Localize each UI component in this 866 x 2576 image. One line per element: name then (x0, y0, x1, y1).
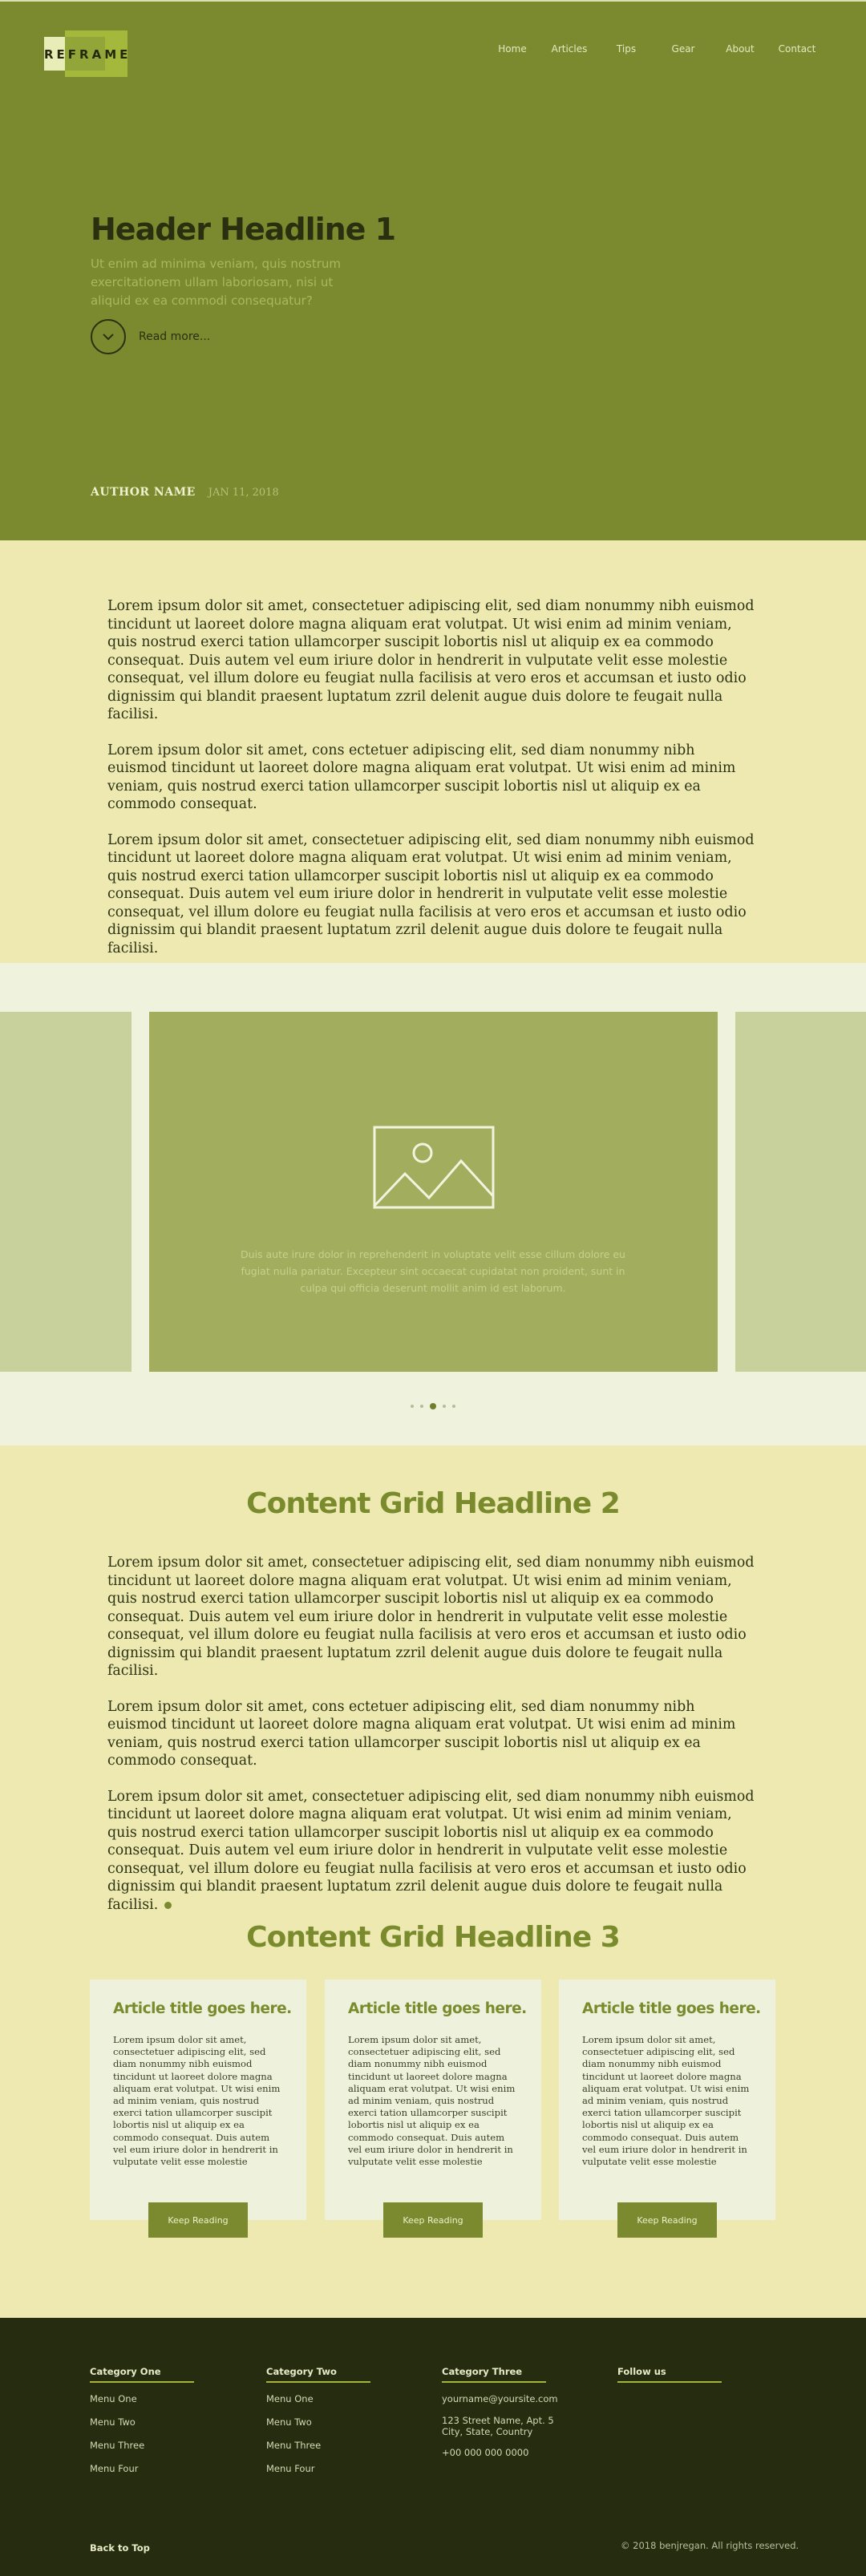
section-2-headline: Content Grid Headline 2 (246, 1487, 621, 1520)
carousel-dot[interactable] (420, 1405, 423, 1408)
main-nav: Home Articles Tips Gear About Contact (0, 43, 866, 59)
article-card-body: Lorem ipsum dolor sit amet, consectetuer… (348, 2034, 516, 2168)
carousel-dot-active[interactable] (430, 1403, 436, 1409)
chevron-down-icon[interactable] (91, 319, 126, 354)
carousel-dot[interactable] (452, 1405, 455, 1408)
end-mark-icon (164, 1901, 172, 1909)
article-card-2: Article title goes here. Lorem ipsum dol… (325, 1980, 541, 2220)
nav-item-tips[interactable]: Tips (617, 43, 636, 55)
keep-reading-button[interactable]: Keep Reading (617, 2202, 717, 2238)
footer-link[interactable]: Menu Three (266, 2440, 370, 2451)
footer-heading: Category Three (442, 2366, 546, 2383)
intro-paragraph-1: Lorem ipsum dolor sit amet, consectetuer… (107, 598, 755, 722)
intro-paragraph-3: Lorem ipsum dolor sit amet, consectetuer… (107, 831, 755, 956)
carousel-slide-previous[interactable] (0, 1012, 132, 1372)
article-card-body: Lorem ipsum dolor sit amet, consectetuer… (582, 2034, 750, 2168)
footer-email-link[interactable]: yourname@yoursite.com (442, 2393, 558, 2404)
article-card-3: Article title goes here. Lorem ipsum dol… (559, 1980, 775, 2220)
author-name: AUTHOR NAME (91, 486, 196, 499)
hero-subtitle: Ut enim ad minima veniam, quis nostrum e… (91, 257, 341, 308)
footer-link[interactable]: Menu Two (266, 2416, 370, 2428)
footer-column-4: Follow us (617, 2366, 722, 2383)
section-2-paragraph-3-text: Lorem ipsum dolor sit amet, consectetuer… (107, 1788, 755, 1913)
read-more-link[interactable]: Read more... (91, 319, 210, 354)
article-card-title[interactable]: Article title goes here. (348, 2000, 527, 2017)
nav-item-home[interactable]: Home (498, 43, 526, 55)
footer-column-2: Category Two Menu One Menu Two Menu Thre… (266, 2366, 370, 2474)
publish-date: JAN 11, 2018 (208, 487, 279, 499)
footer-heading: Category Two (266, 2366, 370, 2383)
footer-link[interactable]: Menu One (266, 2393, 370, 2404)
section-2-paragraph-1: Lorem ipsum dolor sit amet, consectetuer… (107, 1555, 755, 1679)
section-2-paragraph-2: Lorem ipsum dolor sit amet, cons ectetue… (107, 1698, 736, 1769)
section-2-paragraph-3: Lorem ipsum dolor sit amet, consectetuer… (107, 1788, 757, 1915)
footer-address-line: 123 Street Name, Apt. 5 (442, 2415, 554, 2426)
nav-item-gear[interactable]: Gear (672, 43, 695, 55)
copyright-text: © 2018 benjregan. All rights reserved. (621, 2540, 799, 2551)
nav-item-about[interactable]: About (726, 43, 754, 55)
footer-column-1: Category One Menu One Menu Two Menu Thre… (90, 2366, 194, 2474)
footer-address-line: City, State, Country (442, 2426, 533, 2437)
image-carousel: Duis aute irure dolor in reprehenderit i… (0, 963, 866, 1446)
section-2-text: Lorem ipsum dolor sit amet, consectetuer… (107, 1554, 757, 1931)
site-footer: Category One Menu One Menu Two Menu Thre… (0, 2318, 866, 2576)
intro-text: Lorem ipsum dolor sit amet, consectetuer… (107, 597, 757, 975)
keep-reading-button[interactable]: Keep Reading (383, 2202, 483, 2238)
article-card-title[interactable]: Article title goes here. (582, 2000, 761, 2017)
footer-column-3: Category Three yourname@yoursite.com 123… (442, 2366, 558, 2458)
carousel-slide-next[interactable] (735, 1012, 866, 1372)
author-meta: AUTHOR NAME JAN 11, 2018 (91, 486, 279, 499)
nav-item-contact[interactable]: Contact (779, 43, 816, 55)
hero-section: REFRAME Home Articles Tips Gear About Co… (0, 0, 866, 540)
article-card-1: Article title goes here. Lorem ipsum dol… (90, 1980, 306, 2220)
intro-paragraph-2: Lorem ipsum dolor sit amet, cons ectetue… (107, 742, 736, 813)
footer-link[interactable]: Menu Four (266, 2463, 370, 2474)
footer-heading: Category One (90, 2366, 194, 2383)
carousel-dot[interactable] (411, 1405, 414, 1408)
footer-link[interactable]: Menu Two (90, 2416, 194, 2428)
footer-link[interactable]: Menu Four (90, 2463, 194, 2474)
image-placeholder-icon (373, 1126, 495, 1209)
footer-heading: Follow us (617, 2366, 722, 2383)
read-more-label[interactable]: Read more... (139, 330, 210, 343)
article-card-title[interactable]: Article title goes here. (113, 2000, 292, 2017)
footer-link[interactable]: Menu One (90, 2393, 194, 2404)
footer-link[interactable]: Menu Three (90, 2440, 194, 2451)
carousel-dot[interactable] (443, 1405, 446, 1408)
keep-reading-button[interactable]: Keep Reading (148, 2202, 248, 2238)
nav-item-articles[interactable]: Articles (552, 43, 588, 55)
carousel-dots (0, 1402, 866, 1410)
hero-headline: Header Headline 1 (91, 212, 396, 247)
carousel-caption: Duis aute irure dolor in reprehenderit i… (241, 1248, 625, 1294)
carousel-slide-active[interactable]: Duis aute irure dolor in reprehenderit i… (149, 1012, 718, 1372)
footer-phone: +00 000 000 0000 (442, 2447, 529, 2458)
section-3-headline: Content Grid Headline 3 (246, 1921, 621, 1954)
back-to-top-link[interactable]: Back to Top (90, 2542, 150, 2554)
article-card-body: Lorem ipsum dolor sit amet, consectetuer… (113, 2034, 281, 2168)
